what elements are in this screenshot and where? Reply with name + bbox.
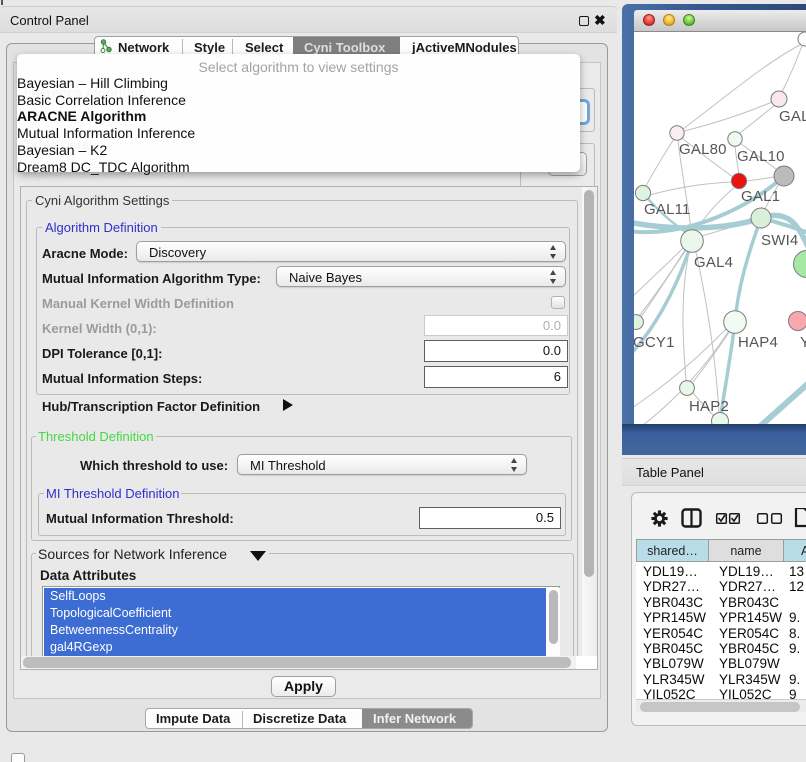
svg-text:GCY1: GCY1 [634,334,675,351]
svg-text:GAL11: GAL11 [644,201,691,218]
svg-text:GAL80: GAL80 [679,141,727,158]
svg-text:YM: YM [800,334,806,351]
svg-text:GAL4: GAL4 [694,254,733,271]
svg-text:GAL10: GAL10 [737,148,785,165]
svg-text:GAL1: GAL1 [741,188,780,205]
svg-text:GAL2: GAL2 [779,108,806,125]
svg-text:SWI4: SWI4 [761,232,798,249]
svg-text:HAP2: HAP2 [689,398,729,415]
svg-text:HAP4: HAP4 [738,334,778,351]
